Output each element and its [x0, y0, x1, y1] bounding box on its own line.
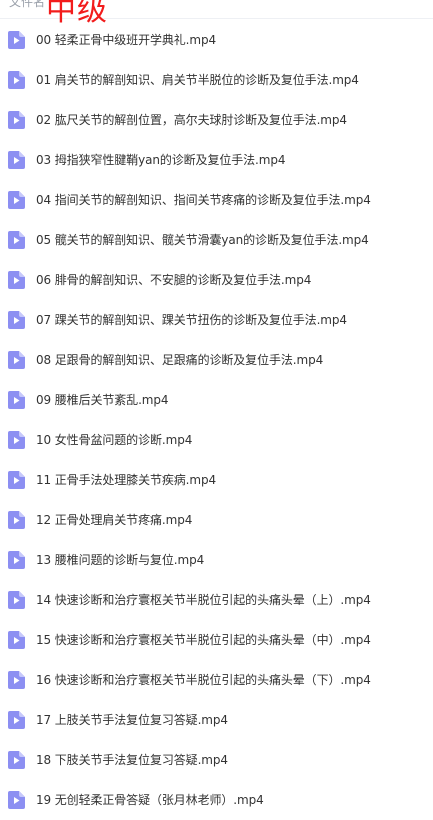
file-row[interactable]: 15 快速诊断和治疗寰枢关节半脱位引起的头痛头晕（中）.mp4: [0, 620, 433, 660]
file-name: 12 正骨处理肩关节疼痛.mp4: [36, 513, 193, 527]
video-file-icon: [8, 31, 25, 49]
file-row[interactable]: 17 上肢关节手法复位复习答疑.mp4: [0, 700, 433, 740]
file-name: 18 下肢关节手法复位复习答疑.mp4: [36, 753, 228, 767]
file-name: 10 女性骨盆问题的诊断.mp4: [36, 433, 193, 447]
video-file-icon: [8, 351, 25, 369]
video-file-icon: [8, 231, 25, 249]
video-file-icon: [8, 591, 25, 609]
file-row[interactable]: 03 拇指狭窄性腱鞘yan的诊断及复位手法.mp4: [0, 140, 433, 180]
list-header: 文件名 中级: [0, 0, 433, 28]
file-name: 00 轻柔正骨中级班开学典礼.mp4: [36, 33, 217, 47]
video-file-icon: [8, 711, 25, 729]
video-file-icon: [8, 471, 25, 489]
file-row[interactable]: 13 腰椎问题的诊断与复位.mp4: [0, 540, 433, 580]
file-row[interactable]: 18 下肢关节手法复位复习答疑.mp4: [0, 740, 433, 780]
file-name: 05 髋关节的解剖知识、髋关节滑囊yan的诊断及复位手法.mp4: [36, 233, 369, 247]
file-name: 08 足跟骨的解剖知识、足跟痛的诊断及复位手法.mp4: [36, 353, 324, 367]
video-file-icon: [8, 311, 25, 329]
video-file-icon: [8, 151, 25, 169]
file-row[interactable]: 16 快速诊断和治疗寰枢关节半脱位引起的头痛头晕（下）.mp4: [0, 660, 433, 700]
file-name: 07 踝关节的解剖知识、踝关节扭伤的诊断及复位手法.mp4: [36, 313, 347, 327]
video-file-icon: [8, 71, 25, 89]
video-file-icon: [8, 671, 25, 689]
file-name: 13 腰椎问题的诊断与复位.mp4: [36, 553, 205, 567]
file-row[interactable]: 00 轻柔正骨中级班开学典礼.mp4: [0, 20, 433, 60]
video-file-icon: [8, 391, 25, 409]
file-name: 01 肩关节的解剖知识、肩关节半脱位的诊断及复位手法.mp4: [36, 73, 359, 87]
file-row[interactable]: 02 肱尺关节的解剖位置，高尔夫球肘诊断及复位手法.mp4: [0, 100, 433, 140]
file-row[interactable]: 04 指间关节的解剖知识、指间关节疼痛的诊断及复位手法.mp4: [0, 180, 433, 220]
file-row[interactable]: 12 正骨处理肩关节疼痛.mp4: [0, 500, 433, 540]
file-row[interactable]: 19 无创轻柔正骨答疑（张月林老师）.mp4: [0, 780, 433, 820]
file-name: 11 正骨手法处理膝关节疾病.mp4: [36, 473, 217, 487]
file-row[interactable]: 08 足跟骨的解剖知识、足跟痛的诊断及复位手法.mp4: [0, 340, 433, 380]
filename-column-header[interactable]: 文件名: [9, 0, 45, 10]
file-list: 00 轻柔正骨中级班开学典礼.mp4 01 肩关节的解剖知识、肩关节半脱位的诊断…: [0, 20, 433, 820]
file-row[interactable]: 14 快速诊断和治疗寰枢关节半脱位引起的头痛头晕（上）.mp4: [0, 580, 433, 620]
file-row[interactable]: 10 女性骨盆问题的诊断.mp4: [0, 420, 433, 460]
file-name: 19 无创轻柔正骨答疑（张月林老师）.mp4: [36, 793, 264, 807]
video-file-icon: [8, 111, 25, 129]
video-file-icon: [8, 791, 25, 809]
video-file-icon: [8, 191, 25, 209]
file-name: 04 指间关节的解剖知识、指间关节疼痛的诊断及复位手法.mp4: [36, 193, 371, 207]
video-file-icon: [8, 551, 25, 569]
file-row[interactable]: 09 腰椎后关节紊乱.mp4: [0, 380, 433, 420]
file-row[interactable]: 07 踝关节的解剖知识、踝关节扭伤的诊断及复位手法.mp4: [0, 300, 433, 340]
video-file-icon: [8, 751, 25, 769]
file-name: 06 腓骨的解剖知识、不安腿的诊断及复位手法.mp4: [36, 273, 312, 287]
file-name: 17 上肢关节手法复位复习答疑.mp4: [36, 713, 228, 727]
video-file-icon: [8, 511, 25, 529]
file-name: 02 肱尺关节的解剖位置，高尔夫球肘诊断及复位手法.mp4: [36, 113, 347, 127]
video-file-icon: [8, 271, 25, 289]
video-file-icon: [8, 431, 25, 449]
file-row[interactable]: 11 正骨手法处理膝关节疾病.mp4: [0, 460, 433, 500]
video-file-icon: [8, 631, 25, 649]
file-row[interactable]: 06 腓骨的解剖知识、不安腿的诊断及复位手法.mp4: [0, 260, 433, 300]
file-name: 03 拇指狭窄性腱鞘yan的诊断及复位手法.mp4: [36, 153, 286, 167]
file-name: 15 快速诊断和治疗寰枢关节半脱位引起的头痛头晕（中）.mp4: [36, 633, 371, 647]
file-row[interactable]: 01 肩关节的解剖知识、肩关节半脱位的诊断及复位手法.mp4: [0, 60, 433, 100]
file-name: 14 快速诊断和治疗寰枢关节半脱位引起的头痛头晕（上）.mp4: [36, 593, 371, 607]
file-row[interactable]: 05 髋关节的解剖知识、髋关节滑囊yan的诊断及复位手法.mp4: [0, 220, 433, 260]
file-name: 16 快速诊断和治疗寰枢关节半脱位引起的头痛头晕（下）.mp4: [36, 673, 371, 687]
file-name: 09 腰椎后关节紊乱.mp4: [36, 393, 169, 407]
